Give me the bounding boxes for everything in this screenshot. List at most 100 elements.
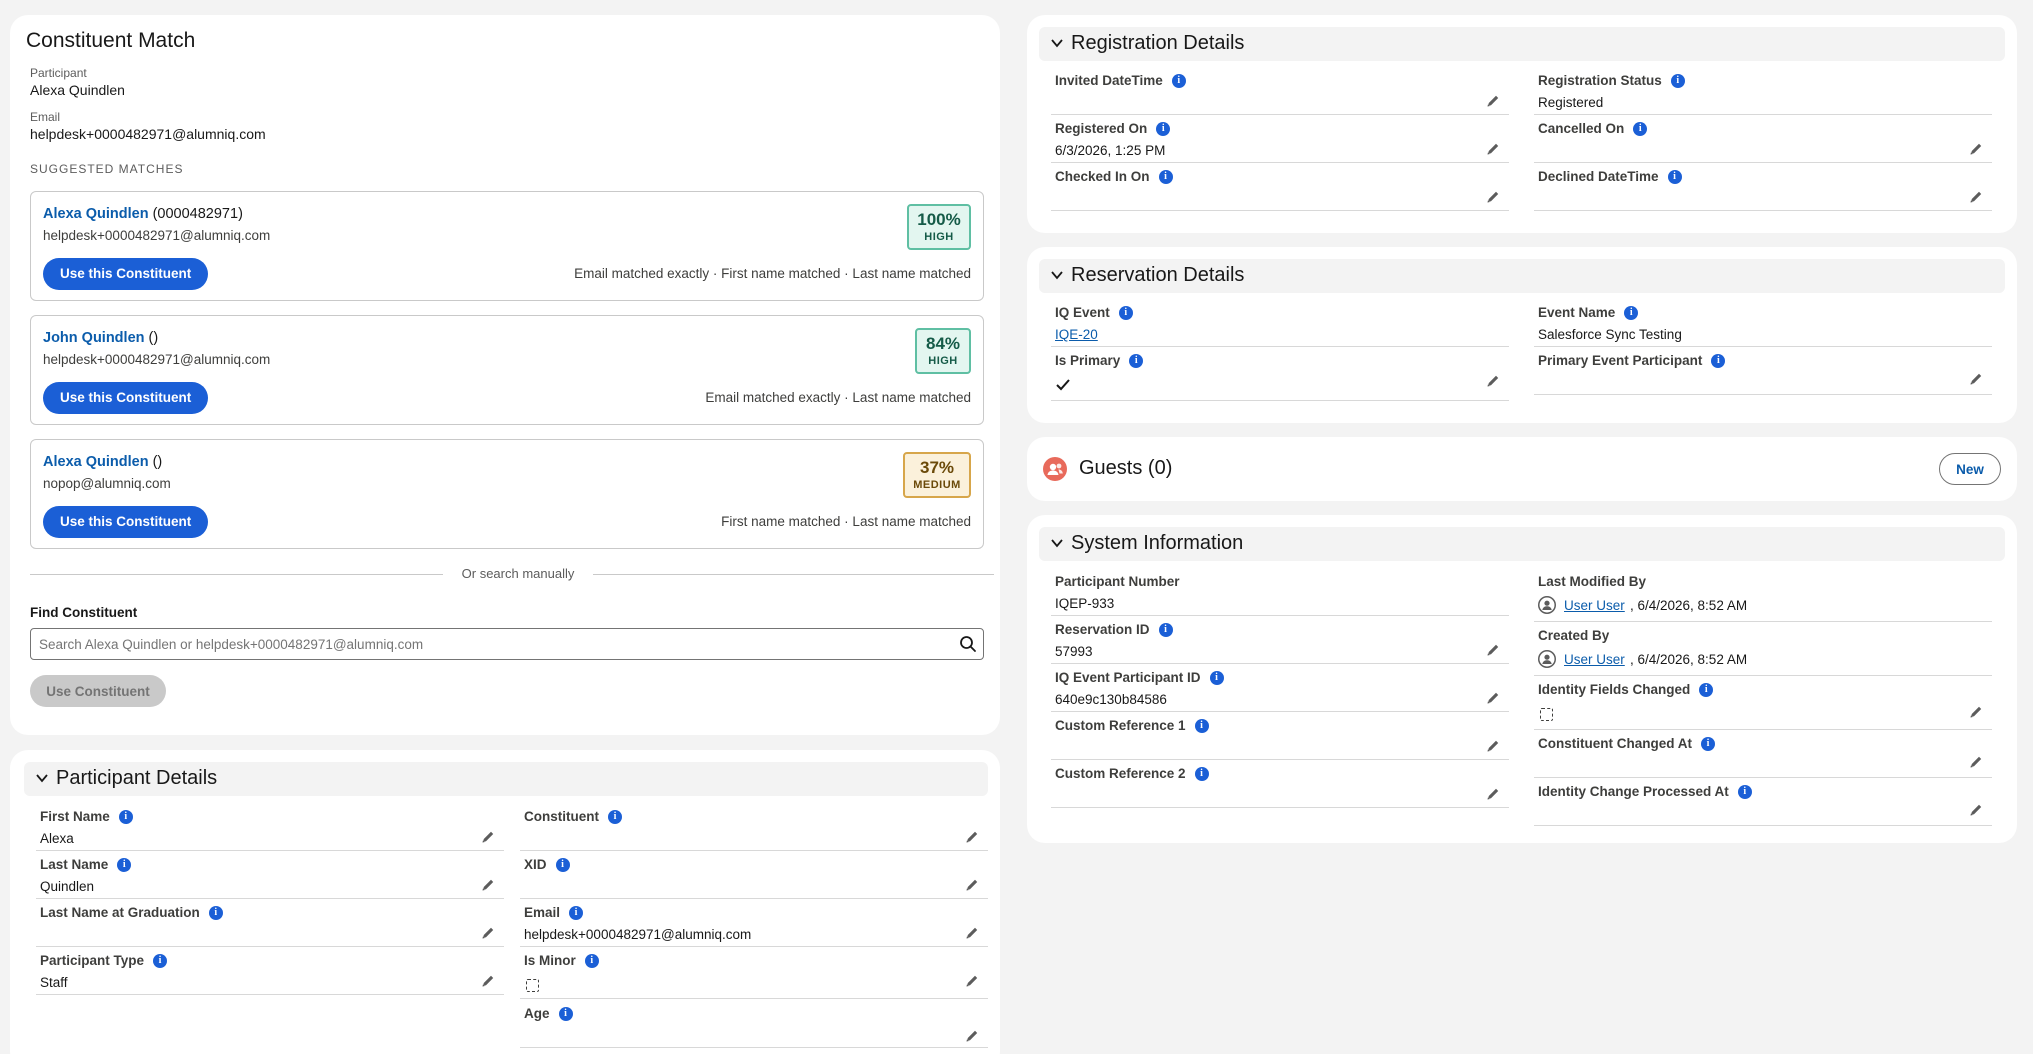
use-constituent-button[interactable]: Use Constituent	[30, 675, 166, 707]
info-icon[interactable]: i	[1633, 122, 1648, 137]
info-icon[interactable]: i	[1194, 767, 1209, 782]
match-email: nopop@alumniq.com	[43, 476, 171, 491]
pencil-icon[interactable]	[1968, 141, 1984, 157]
pencil-icon[interactable]	[1968, 704, 1984, 720]
find-constituent-label: Find Constituent	[30, 605, 138, 620]
info-icon[interactable]: i	[1158, 623, 1173, 638]
info-icon[interactable]: i	[153, 954, 168, 969]
field-constituent: Constituent i	[520, 805, 988, 851]
field-label: Email i	[524, 905, 584, 921]
info-icon[interactable]: i	[558, 1007, 573, 1022]
match-card: Alexa Quindlen () nopop@alumniq.com Use …	[30, 439, 984, 549]
field-label: Is Minor i	[524, 953, 599, 969]
email-label: Email	[30, 110, 61, 124]
use-this-constituent-button[interactable]: Use this Constituent	[43, 382, 209, 414]
search-input[interactable]	[31, 629, 951, 659]
pencil-icon[interactable]	[1968, 754, 1984, 770]
registration-details-card: Registration Details Invited DateTime i R…	[1027, 15, 2017, 233]
pencil-icon[interactable]	[964, 877, 980, 893]
pencil-icon[interactable]	[1485, 786, 1501, 802]
field-label: Age i	[524, 1006, 573, 1022]
info-icon[interactable]: i	[1667, 170, 1682, 185]
match-id: ()	[148, 330, 159, 346]
pencil-icon[interactable]	[1485, 373, 1501, 389]
info-icon[interactable]: i	[1209, 671, 1224, 686]
info-icon[interactable]: i	[1156, 122, 1171, 137]
pencil-icon[interactable]	[480, 877, 496, 893]
field-created-by: Created By User User , 6/4/2026, 8:52 AM	[1534, 624, 1992, 676]
use-this-constituent-button[interactable]: Use this Constituent	[43, 258, 209, 290]
field-label: Invited DateTime i	[1055, 73, 1186, 89]
info-icon[interactable]: i	[1129, 354, 1144, 369]
pencil-icon[interactable]	[1485, 189, 1501, 205]
pencil-icon[interactable]	[1485, 141, 1501, 157]
search-icon[interactable]	[959, 635, 977, 653]
info-icon[interactable]: i	[1158, 170, 1173, 185]
pencil-icon[interactable]	[964, 829, 980, 845]
field-email: Email i helpdesk+0000482971@alumniq.com	[520, 901, 988, 947]
system-information-header[interactable]: System Information	[1039, 527, 2005, 561]
info-icon[interactable]: i	[1699, 683, 1714, 698]
pencil-icon[interactable]	[480, 973, 496, 989]
info-icon[interactable]: i	[1624, 306, 1639, 321]
last-modified-user-link[interactable]: User User	[1564, 598, 1625, 613]
chevron-down-icon[interactable]	[1049, 267, 1065, 283]
info-icon[interactable]: i	[608, 810, 622, 825]
field-last-name: Last Name i Quindlen	[36, 853, 504, 899]
pencil-icon[interactable]	[964, 1028, 980, 1044]
field-value: helpdesk+0000482971@alumniq.com	[524, 927, 752, 942]
match-name-link[interactable]: Alexa Quindlen	[43, 206, 149, 222]
email-value: helpdesk+0000482971@alumniq.com	[30, 126, 266, 142]
chevron-down-icon[interactable]	[1049, 535, 1065, 551]
field-cancelled-on: Cancelled On i	[1534, 117, 1992, 163]
field-label: IQ Event Participant ID i	[1055, 670, 1224, 686]
participant-details-header[interactable]: Participant Details	[24, 762, 988, 796]
last-modified-date: , 6/4/2026, 8:52 AM	[1630, 598, 1748, 613]
use-this-constituent-button[interactable]: Use this Constituent	[43, 506, 209, 538]
pencil-icon[interactable]	[1968, 189, 1984, 205]
info-icon[interactable]: i	[208, 906, 223, 921]
info-icon[interactable]: i	[1670, 74, 1685, 89]
info-icon[interactable]: i	[1118, 306, 1133, 321]
pencil-icon[interactable]	[1485, 738, 1501, 754]
pencil-icon[interactable]	[1485, 642, 1501, 658]
new-guest-button[interactable]: New	[1939, 453, 2001, 485]
field-identity-change-processed-at: Identity Change Processed At i	[1534, 780, 1992, 826]
info-icon[interactable]: i	[1737, 785, 1752, 800]
pencil-icon[interactable]	[1485, 93, 1501, 109]
field-checked-in-on: Checked In On i	[1051, 165, 1509, 211]
info-icon[interactable]: i	[569, 906, 584, 921]
match-name-link[interactable]: Alexa Quindlen	[43, 454, 149, 470]
pencil-icon[interactable]	[1485, 690, 1501, 706]
field-identity-fields-changed: Identity Fields Changed i	[1534, 678, 1992, 730]
info-icon[interactable]: i	[1171, 74, 1186, 89]
info-icon[interactable]: i	[584, 954, 599, 969]
field-label: Declined DateTime i	[1538, 169, 1682, 185]
match-score-level: HIGH	[924, 231, 954, 243]
info-icon[interactable]: i	[1700, 737, 1715, 752]
chevron-down-icon[interactable]	[34, 770, 50, 786]
user-avatar-icon	[1538, 650, 1556, 668]
info-icon[interactable]: i	[118, 810, 133, 825]
guests-title[interactable]: Guests (0)	[1079, 457, 1172, 480]
pencil-icon[interactable]	[964, 925, 980, 941]
field-label: Registered On i	[1055, 121, 1171, 137]
info-icon[interactable]: i	[1711, 354, 1726, 369]
chevron-down-icon[interactable]	[1049, 35, 1065, 51]
registration-details-header[interactable]: Registration Details	[1039, 27, 2005, 61]
created-by-user-link[interactable]: User User	[1564, 652, 1625, 667]
pencil-icon[interactable]	[480, 925, 496, 941]
pencil-icon[interactable]	[480, 829, 496, 845]
field-label: First Name i	[40, 809, 133, 825]
info-icon[interactable]: i	[555, 858, 570, 873]
field-declined-datetime: Declined DateTime i	[1534, 165, 1992, 211]
info-icon[interactable]: i	[1194, 719, 1209, 734]
reservation-details-header[interactable]: Reservation Details	[1039, 259, 2005, 293]
pencil-icon[interactable]	[1968, 371, 1984, 387]
pencil-icon[interactable]	[1968, 802, 1984, 818]
info-icon[interactable]: i	[117, 858, 132, 873]
iq-event-link[interactable]: IQE-20	[1055, 327, 1098, 342]
pencil-icon[interactable]	[964, 973, 980, 989]
match-name-link[interactable]: John Quindlen	[43, 330, 145, 346]
field-label: Constituent Changed At i	[1538, 736, 1715, 752]
